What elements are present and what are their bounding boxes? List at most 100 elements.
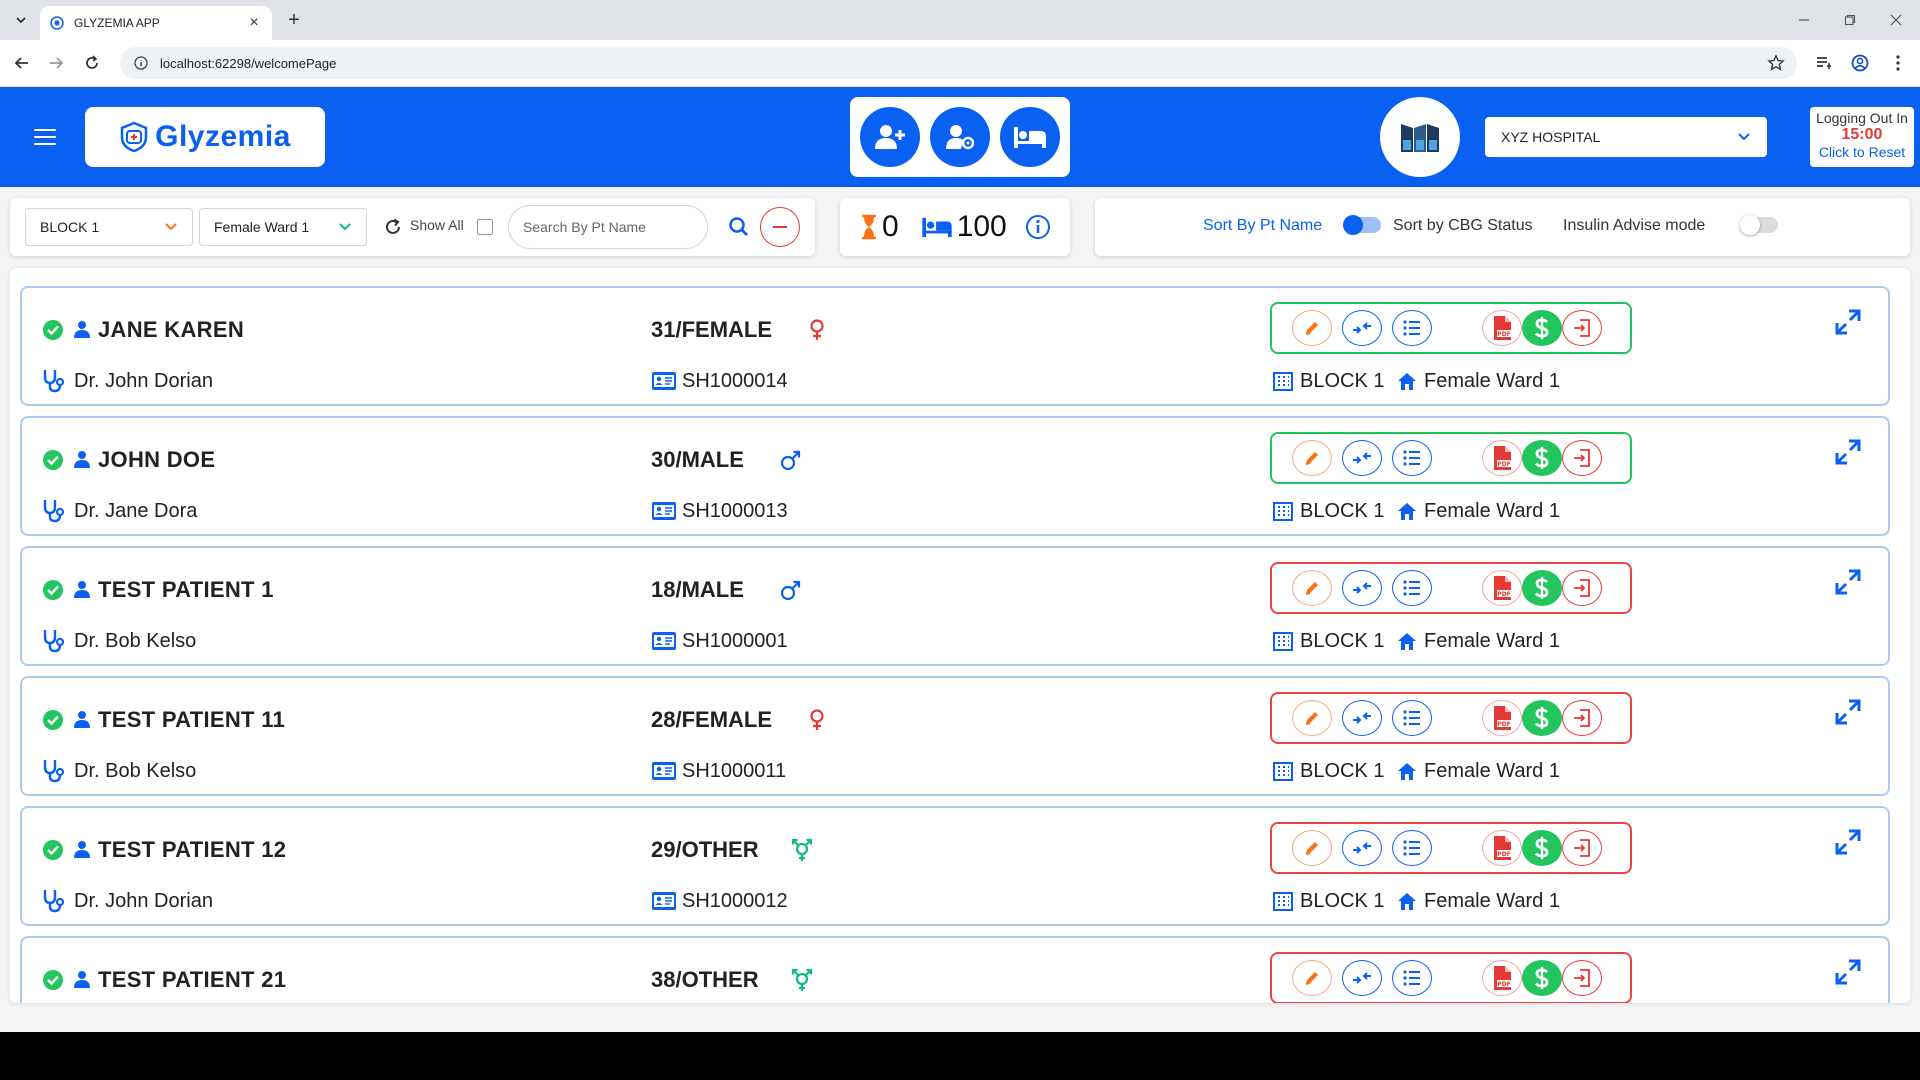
patient-card[interactable]: JANE KAREN 31/FEMALE PDF Dr. John Dorian SH1… <box>20 286 1890 406</box>
add-patient-button[interactable] <box>860 107 920 167</box>
patient-card[interactable]: TEST PATIENT 21 38/OTHER PDF <box>20 936 1890 1003</box>
patient-card[interactable]: JOHN DOE 30/MALE PDF Dr. Jane Dora SH1000013… <box>20 416 1890 536</box>
block-select[interactable]: BLOCK 1 <box>25 208 193 246</box>
patient-name[interactable]: TEST PATIENT 21 <box>98 967 286 993</box>
bookmark-star-button[interactable] <box>1764 51 1788 75</box>
close-icon <box>1890 14 1902 26</box>
dollar-icon <box>1534 837 1549 859</box>
patient-details-button[interactable] <box>1392 700 1432 736</box>
minimize-button[interactable] <box>1784 6 1824 34</box>
search-icon[interactable] <box>726 214 752 240</box>
expand-icon[interactable] <box>1834 958 1862 986</box>
billing-button[interactable] <box>1522 570 1562 606</box>
browser-menu-button[interactable] <box>1886 51 1910 75</box>
logout-reset-link[interactable]: Click to Reset <box>1810 144 1914 160</box>
expand-icon[interactable] <box>1834 698 1862 726</box>
hospital-select[interactable]: XYZ HOSPITAL <box>1485 117 1767 157</box>
minus-icon <box>773 226 787 228</box>
user-settings-button[interactable] <box>930 107 990 167</box>
transfer-patient-button[interactable] <box>1342 440 1382 476</box>
discharge-button[interactable] <box>1562 310 1602 346</box>
billing-button[interactable] <box>1522 830 1562 866</box>
billing-button[interactable] <box>1522 960 1562 996</box>
patient-details-button[interactable] <box>1392 310 1432 346</box>
dollar-icon <box>1534 707 1549 729</box>
transfer-patient-button[interactable] <box>1342 570 1382 606</box>
patient-card[interactable]: TEST PATIENT 12 29/OTHER PDF Dr. John Doria… <box>20 806 1890 926</box>
tab-search-button[interactable] <box>10 9 32 31</box>
discharge-button[interactable] <box>1562 830 1602 866</box>
patient-name[interactable]: JOHN DOE <box>98 447 215 473</box>
insulin-advise-toggle[interactable] <box>1740 215 1778 235</box>
bed-management-button[interactable] <box>1000 107 1060 167</box>
new-tab-button[interactable]: + <box>282 8 306 32</box>
pending-count: 0 <box>882 210 899 243</box>
close-window-button[interactable] <box>1876 6 1916 34</box>
pdf-report-button[interactable]: PDF <box>1482 310 1522 346</box>
patient-details-button[interactable] <box>1392 570 1432 606</box>
patient-card[interactable]: TEST PATIENT 11 28/FEMALE PDF Dr. Bob Kelso… <box>20 676 1890 796</box>
expand-icon[interactable] <box>1834 568 1862 596</box>
session-timer[interactable]: Logging Out In 15:00 Click to Reset <box>1810 107 1914 167</box>
pdf-report-button[interactable]: PDF <box>1482 570 1522 606</box>
check-circle-icon <box>43 840 63 860</box>
patient-age-sex: 30/MALE <box>651 447 744 472</box>
pdf-report-button[interactable]: PDF <box>1482 440 1522 476</box>
expand-icon[interactable] <box>1834 438 1862 466</box>
patient-details-button[interactable] <box>1392 440 1432 476</box>
id-card-icon <box>652 632 676 650</box>
pdf-report-button[interactable]: PDF <box>1482 960 1522 996</box>
transfer-patient-button[interactable] <box>1342 700 1382 736</box>
patient-name[interactable]: TEST PATIENT 11 <box>98 707 285 733</box>
patient-details-button[interactable] <box>1392 960 1432 996</box>
patient-name[interactable]: TEST PATIENT 1 <box>98 577 274 603</box>
edit-patient-button[interactable] <box>1292 700 1332 736</box>
billing-button[interactable] <box>1522 310 1562 346</box>
sort-toggle[interactable] <box>1343 215 1381 235</box>
forward-button[interactable] <box>44 51 68 75</box>
expand-icon[interactable] <box>1834 308 1862 336</box>
patient-name[interactable]: JANE KAREN <box>98 317 244 343</box>
app-logo[interactable]: Glyzemia <box>85 107 325 167</box>
address-bar[interactable]: localhost:62298/welcomePage <box>120 47 1797 79</box>
ward-select[interactable]: Female Ward 1 <box>199 208 367 246</box>
patient-name[interactable]: TEST PATIENT 12 <box>98 837 286 863</box>
info-icon[interactable] <box>1025 214 1051 240</box>
billing-button[interactable] <box>1522 440 1562 476</box>
hamburger-menu-icon[interactable] <box>34 129 56 145</box>
transfer-patient-button[interactable] <box>1342 830 1382 866</box>
patient-details-button[interactable] <box>1392 830 1432 866</box>
profile-icon <box>1851 54 1869 72</box>
discharge-button[interactable] <box>1562 960 1602 996</box>
clear-search-button[interactable] <box>760 207 800 247</box>
refresh-icon[interactable] <box>382 216 404 238</box>
restore-button[interactable] <box>1830 6 1870 34</box>
patient-search-input[interactable] <box>508 205 708 249</box>
edit-patient-button[interactable] <box>1292 960 1332 996</box>
profile-button[interactable] <box>1848 51 1872 75</box>
pdf-report-button[interactable]: PDF <box>1482 830 1522 866</box>
transfer-patient-button[interactable] <box>1342 310 1382 346</box>
edit-patient-button[interactable] <box>1292 440 1332 476</box>
browser-tab[interactable]: GLYZEMIA APP × <box>40 6 272 40</box>
sort-by-cbg-label[interactable]: Sort by CBG Status <box>1393 217 1533 235</box>
discharge-button[interactable] <box>1562 570 1602 606</box>
back-button[interactable] <box>10 51 34 75</box>
tab-close-icon[interactable]: × <box>246 14 262 31</box>
edit-patient-button[interactable] <box>1292 310 1332 346</box>
transfer-patient-button[interactable] <box>1342 960 1382 996</box>
reading-list-button[interactable] <box>1812 51 1836 75</box>
attending-doctor: Dr. Bob Kelso <box>74 760 197 782</box>
edit-patient-button[interactable] <box>1292 830 1332 866</box>
patient-ward: Female Ward 1 <box>1424 370 1560 392</box>
edit-patient-button[interactable] <box>1292 570 1332 606</box>
show-all-checkbox[interactable] <box>477 219 493 235</box>
patient-card[interactable]: TEST PATIENT 1 18/MALE PDF Dr. Bob Kelso SH1… <box>20 546 1890 666</box>
billing-button[interactable] <box>1522 700 1562 736</box>
reload-button[interactable] <box>80 51 104 75</box>
discharge-button[interactable] <box>1562 440 1602 476</box>
pdf-report-button[interactable]: PDF <box>1482 700 1522 736</box>
discharge-button[interactable] <box>1562 700 1602 736</box>
expand-icon[interactable] <box>1834 828 1862 856</box>
sort-by-name-label[interactable]: Sort By Pt Name <box>1203 217 1322 235</box>
